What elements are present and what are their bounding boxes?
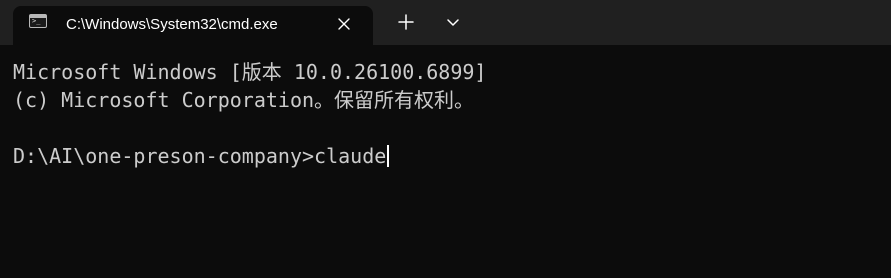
chevron-down-icon: [447, 19, 459, 26]
terminal-output[interactable]: Microsoft Windows [版本 10.0.26100.6899] (…: [0, 45, 891, 278]
tab-title: C:\Windows\System32\cmd.exe: [66, 16, 278, 33]
tab-close-button[interactable]: [331, 11, 357, 37]
text-cursor: [387, 145, 390, 167]
terminal-line-copyright: (c) Microsoft Corporation。保留所有权利。: [13, 88, 475, 112]
tab-dropdown-button[interactable]: [437, 8, 469, 36]
tab-cmd[interactable]: C:\Windows\System32\cmd.exe: [13, 6, 373, 45]
plus-icon: [398, 14, 414, 30]
close-icon: [338, 18, 350, 30]
command-input[interactable]: claude: [314, 144, 386, 168]
new-tab-button[interactable]: [390, 8, 422, 36]
prompt-path: D:\AI\one-preson-company>: [13, 144, 315, 168]
terminal-line-version: Microsoft Windows [版本 10.0.26100.6899]: [13, 60, 487, 84]
terminal-icon: [29, 14, 47, 28]
command-prompt-line[interactable]: D:\AI\one-preson-company>claude: [13, 142, 390, 170]
tab-bar: C:\Windows\System32\cmd.exe: [0, 0, 891, 45]
terminal-window: C:\Windows\System32\cmd.exe Microsoft Wi…: [0, 0, 891, 278]
